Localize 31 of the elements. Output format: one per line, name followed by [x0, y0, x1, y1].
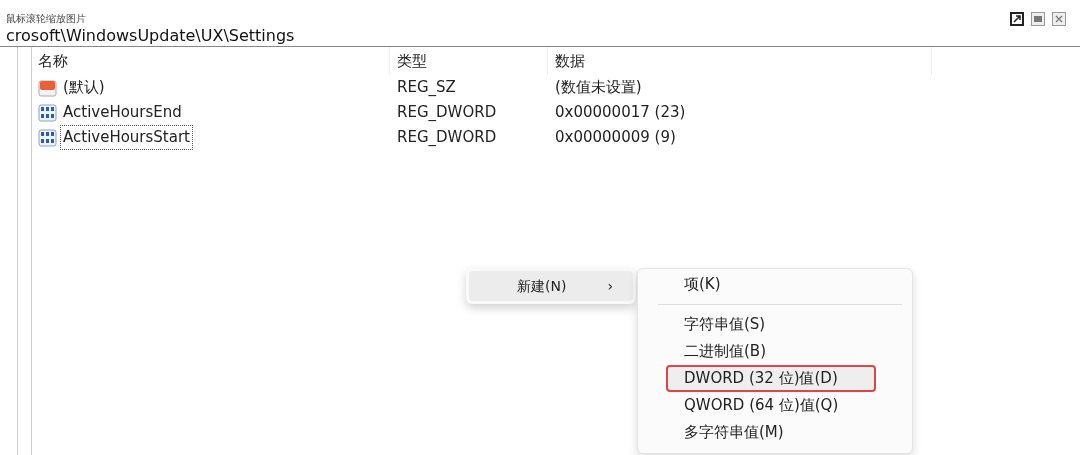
restore-button[interactable] [1010, 12, 1024, 26]
value-type: REG_DWORD [397, 127, 497, 149]
value-name[interactable]: (默认) [60, 75, 108, 100]
value-type: REG_DWORD [397, 102, 497, 124]
binary-value-icon [38, 102, 58, 123]
hint-text: 鼠标滚轮缩放图片 [6, 12, 86, 26]
menu-item[interactable]: 二进制值(B) [642, 338, 908, 365]
binary-value-icon [38, 127, 58, 148]
maximize-icon [1034, 16, 1042, 22]
maximize-button[interactable] [1031, 12, 1045, 26]
close-button[interactable] [1052, 12, 1066, 26]
restore-icon [1012, 14, 1022, 24]
menu-item[interactable]: 项(K) [642, 271, 908, 298]
submenu-arrow-icon: › [607, 275, 613, 297]
address-path: crosoft\WindowsUpdate\UX\Settings [0, 26, 1080, 47]
menu-item[interactable]: 字符串值(S) [642, 311, 908, 338]
menu-item[interactable]: QWORD (64 位)值(Q) [642, 392, 908, 419]
column-header[interactable]: 名称 [38, 49, 68, 73]
column-header[interactable]: 类型 [397, 49, 427, 73]
string-value-icon [38, 77, 58, 98]
close-icon [1055, 15, 1063, 23]
column-header[interactable]: 数据 [555, 49, 585, 73]
value-data: (数值未设置) [555, 77, 642, 99]
value-data: 0x00000009 (9) [555, 127, 676, 149]
value-name[interactable]: ActiveHoursEnd [60, 100, 185, 125]
menu-item[interactable]: 新建(N) › [469, 271, 633, 301]
menu-item[interactable]: DWORD (32 位)值(D) [666, 365, 876, 392]
menu-item[interactable]: 多字符串值(M) [642, 419, 908, 446]
value-name[interactable]: ActiveHoursStart [60, 125, 193, 150]
value-data: 0x00000017 (23) [555, 102, 686, 124]
value-type: REG_SZ [397, 77, 456, 99]
